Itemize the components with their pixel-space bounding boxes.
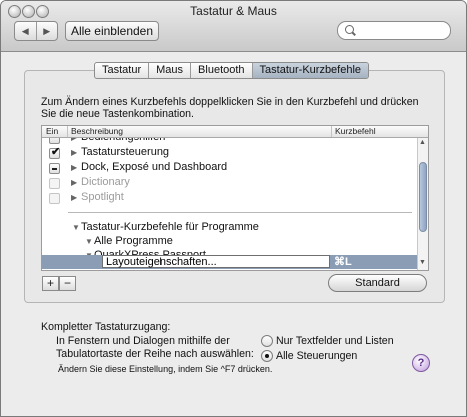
show-all-button[interactable]: Alle einblenden [65, 21, 159, 41]
row-label: Tastatur-Kurzbefehle für Programme [81, 221, 259, 233]
history-navigation: ◀ ▶ [14, 21, 58, 41]
row-label: Tastatursteuerung [81, 146, 170, 158]
disclosure-triangle-icon[interactable]: ▼ [85, 234, 93, 249]
restore-defaults-button[interactable]: Standard [328, 274, 427, 292]
disclosure-triangle-icon[interactable]: ▶ [71, 145, 77, 160]
row-checkbox[interactable]: ✔ [49, 146, 61, 159]
column-header-shortcut[interactable]: Kurzbefehl [331, 126, 376, 137]
row-label: Dictionary [81, 176, 130, 188]
row-checkbox-mixed[interactable] [49, 163, 60, 174]
disclosure-triangle-icon[interactable]: ▼ [72, 220, 80, 235]
row-checkbox[interactable] [49, 193, 60, 204]
table-separator [68, 212, 412, 213]
row-checkbox[interactable] [49, 178, 60, 189]
tab-bluetooth[interactable]: Bluetooth [191, 63, 253, 78]
table-header: Ein Beschreibung Kurzbefehl [42, 126, 428, 138]
table-row-all-applications[interactable]: ▼ Alle Programme [42, 234, 417, 249]
text-cursor-icon: I [159, 256, 163, 268]
add-shortcut-button[interactable]: + [42, 276, 59, 291]
help-button[interactable]: ? [412, 354, 430, 372]
keyboard-access-heading: Kompletter Tastaturzugang: [41, 321, 171, 333]
tab-bar: Tastatur Maus Bluetooth Tastatur-Kurzbef… [94, 62, 370, 79]
scroll-thumb[interactable] [419, 162, 427, 232]
radio-text-fields-only[interactable] [261, 335, 273, 347]
shortcut-description-field[interactable]: Layouteigenschaften... [102, 255, 330, 268]
remove-shortcut-button[interactable]: − [59, 276, 76, 291]
scroll-down-arrow-icon[interactable]: ▼ [419, 259, 426, 266]
row-label: Dock, Exposé und Dashboard [81, 161, 228, 173]
preferences-window: Tastatur & Maus ◀ ▶ Alle einblenden Tast… [0, 0, 467, 417]
shortcuts-table: Ein Beschreibung Kurzbefehl ▶ Bedienungs… [41, 125, 429, 271]
search-field[interactable] [337, 21, 451, 40]
table-row-app-shortcuts[interactable]: ▼ Tastatur-Kurzbefehle für Programme [42, 220, 417, 235]
column-header-enabled[interactable]: Ein [46, 126, 58, 137]
tab-tastatur[interactable]: Tastatur [95, 63, 150, 78]
back-button[interactable]: ◀ [15, 22, 37, 40]
keyboard-access-note: Ändern Sie diese Einstellung, indem Sie … [58, 364, 273, 374]
selected-table-row[interactable]: Layouteigenschaften... I ⌘L [42, 255, 417, 269]
radio-label-all-controls[interactable]: Alle Steuerungen [276, 350, 357, 362]
checkmark-icon: ✔ [51, 146, 61, 158]
tab-tastatur-kurzbefehle[interactable]: Tastatur-Kurzbefehle [252, 63, 369, 78]
keyboard-access-description: In Fenstern und Dialogen mithilfe der Ta… [56, 335, 254, 361]
row-label: Spotlight [81, 191, 124, 203]
title-bar: Tastatur & Maus ◀ ▶ Alle einblenden [1, 1, 466, 52]
scroll-up-arrow-icon[interactable]: ▲ [419, 139, 426, 146]
window-title: Tastatur & Maus [190, 4, 277, 18]
table-row[interactable]: ✔ ▶ Tastatursteuerung [42, 145, 417, 160]
forward-button[interactable]: ▶ [37, 22, 58, 40]
column-header-description[interactable]: Beschreibung [67, 126, 123, 137]
table-row[interactable]: ▶ Dock, Exposé und Dashboard [42, 160, 417, 175]
row-label: Alle Programme [94, 235, 173, 247]
radio-all-controls[interactable] [261, 350, 273, 362]
radio-label-text-fields-only[interactable]: Nur Textfelder und Listen [276, 335, 394, 347]
tab-maus[interactable]: Maus [149, 63, 192, 78]
disclosure-triangle-icon[interactable]: ▶ [71, 175, 77, 190]
shortcut-value[interactable]: ⌘L [334, 255, 352, 269]
instruction-text: Zum Ändern eines Kurzbefehls doppelklick… [41, 96, 419, 120]
table-row[interactable]: ▶ Dictionary [42, 175, 417, 190]
search-icon [345, 25, 354, 34]
disclosure-triangle-icon[interactable]: ▶ [71, 190, 77, 205]
vertical-scrollbar[interactable]: ▲ ▼ [417, 138, 428, 270]
description-line: Tabulatortaste der Reihe nach auswählen: [56, 348, 254, 360]
disclosure-triangle-icon[interactable]: ▶ [71, 160, 77, 175]
description-line: In Fenstern und Dialogen mithilfe der [56, 335, 230, 347]
table-row[interactable]: ▶ Spotlight [42, 190, 417, 205]
